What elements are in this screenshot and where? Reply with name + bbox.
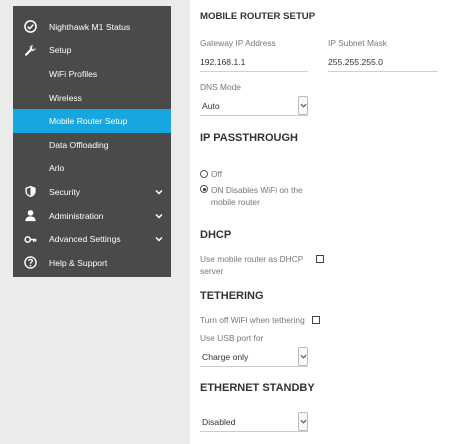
sidebar-item-label: Advanced Settings: [49, 234, 121, 245]
chevron-down-icon[interactable]: [298, 96, 308, 115]
subnet-mask-label: IP Subnet Mask: [328, 38, 387, 48]
sidebar-item-setup[interactable]: Setup: [13, 39, 171, 63]
sidebar-item-wireless[interactable]: Wireless: [13, 86, 171, 110]
sidebar-nav: Nighthawk M1 Status Setup WiFi Profiles …: [13, 6, 171, 277]
sidebar-item-label: Administration: [49, 210, 104, 221]
radio-off-label: Off: [211, 169, 223, 179]
radio-passthrough-off[interactable]: Off: [200, 169, 222, 179]
chevron-down-icon[interactable]: [155, 235, 163, 243]
tethering-wifi-off-label: Turn off WiFi when tethering: [200, 315, 305, 325]
sidebar-item-label: Help & Support: [49, 257, 108, 268]
chevron-down-icon[interactable]: [298, 347, 308, 366]
sidebar-item-label: Nighthawk M1 Status: [49, 21, 131, 32]
check-circle-icon: [23, 20, 37, 34]
sidebar-item-help-support[interactable]: Help & Support: [13, 251, 171, 275]
usb-port-label: Use USB port for: [200, 333, 264, 343]
radio-on-label: ON Disables WiFi on the mobile router: [211, 184, 303, 208]
tethering-wifi-off-checkbox[interactable]: [312, 316, 320, 324]
gateway-ip-underline: [200, 71, 308, 72]
key-icon: [23, 232, 37, 246]
section-title-mobile-router-setup: MOBILE ROUTER SETUP: [200, 11, 316, 22]
sidebar-item-label: Mobile Router Setup: [49, 116, 128, 127]
dhcp-server-label: Use mobile router as DHCP server: [200, 253, 303, 277]
section-title-ip-passthrough: IP PASSTHROUGH: [200, 132, 298, 144]
usb-port-value: Charge only: [202, 351, 249, 362]
sidebar-item-security[interactable]: Security: [13, 180, 171, 204]
sidebar-item-advanced-settings[interactable]: Advanced Settings: [13, 227, 171, 251]
subnet-mask-underline: [328, 71, 438, 72]
sidebar-item-label: Arlo: [49, 163, 65, 174]
sidebar-item-label: Security: [49, 186, 81, 197]
radio-passthrough-on[interactable]: ON Disables WiFi on the mobile router: [200, 184, 303, 208]
sidebar-item-wifi-profiles[interactable]: WiFi Profiles: [13, 62, 171, 86]
ethernet-standby-value: Disabled: [202, 416, 236, 427]
section-title-ethernet-standby: ETHERNET STANDBY: [200, 382, 315, 394]
chevron-down-icon[interactable]: [155, 212, 163, 220]
dns-mode-value: Auto: [202, 100, 220, 111]
chevron-down-icon[interactable]: [298, 412, 308, 431]
sidebar-item-mobile-router-setup[interactable]: Mobile Router Setup: [13, 109, 171, 133]
dns-mode-select[interactable]: Auto: [200, 96, 308, 116]
gateway-ip-field[interactable]: 192.168.1.1: [200, 57, 245, 67]
radio-circle[interactable]: [200, 170, 208, 178]
wrench-icon: [23, 43, 37, 57]
sidebar-item-label: Wireless: [49, 92, 82, 103]
sidebar-item-label: WiFi Profiles: [49, 68, 98, 79]
sidebar-item-label: Data Offloading: [49, 139, 109, 150]
subnet-mask-field[interactable]: 255.255.255.0: [328, 57, 383, 67]
settings-panel: MOBILE ROUTER SETUP Gateway IP Address 1…: [190, 0, 450, 444]
gateway-ip-label: Gateway IP Address: [200, 38, 276, 48]
dhcp-server-checkbox[interactable]: [316, 255, 324, 263]
section-title-tethering: TETHERING: [200, 290, 264, 302]
radio-circle-selected[interactable]: [200, 185, 208, 193]
sidebar-item-status[interactable]: Nighthawk M1 Status: [13, 15, 171, 39]
dhcp-label-line2: server: [200, 266, 224, 276]
dns-mode-label: DNS Mode: [200, 82, 241, 92]
shield-icon: [23, 185, 37, 199]
usb-port-select[interactable]: Charge only: [200, 347, 308, 367]
section-title-dhcp: DHCP: [200, 229, 232, 241]
dhcp-label-line1: Use mobile router as DHCP: [200, 254, 304, 264]
sidebar-item-label: Setup: [49, 45, 72, 56]
radio-on-label-line2: mobile router: [211, 197, 260, 207]
help-icon: [23, 256, 37, 270]
sidebar-item-data-offloading[interactable]: Data Offloading: [13, 133, 171, 157]
sidebar-item-arlo[interactable]: Arlo: [13, 157, 171, 181]
chevron-down-icon[interactable]: [155, 188, 163, 196]
ethernet-standby-select[interactable]: Disabled: [200, 412, 308, 432]
sidebar-item-administration[interactable]: Administration: [13, 204, 171, 228]
person-icon: [23, 209, 37, 223]
radio-on-label-line1: ON Disables WiFi on the: [211, 185, 303, 195]
